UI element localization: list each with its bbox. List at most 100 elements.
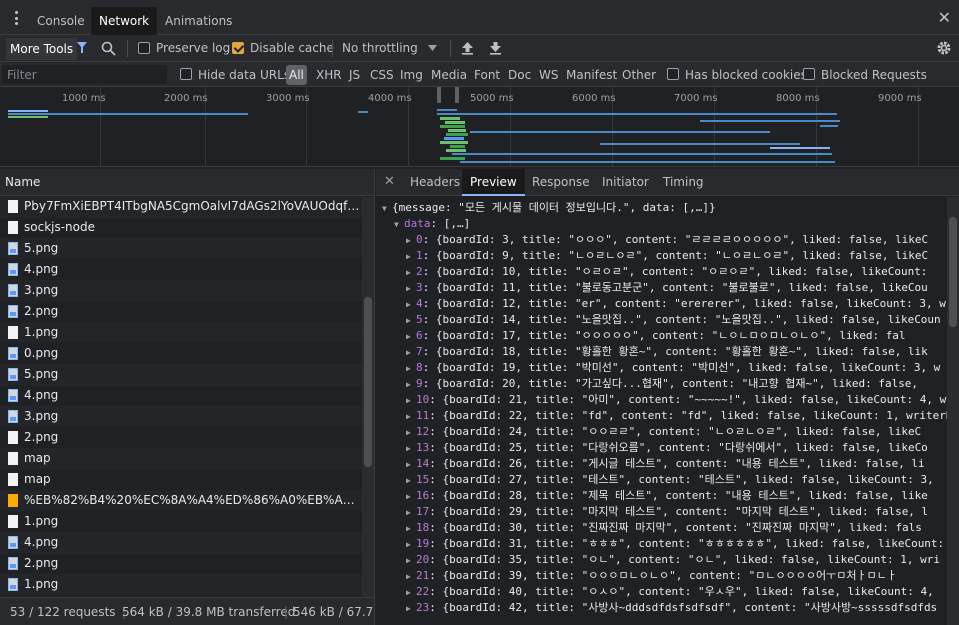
collapsed-arrow-icon[interactable]: ▶ [406,313,416,328]
filter-type-ws[interactable]: WS [539,68,558,82]
collapsed-arrow-icon[interactable]: ▶ [406,601,416,616]
collapsed-arrow-icon[interactable]: ▶ [406,281,416,296]
download-icon[interactable] [489,41,502,55]
json-array-item[interactable]: ▶ 19: {boardId: 31, title: "ㅎㅎㅎ", content… [376,536,959,552]
json-array-item[interactable]: ▶ 4: {boardId: 12, title: "er", content: … [376,296,959,312]
json-array-item[interactable]: ▶ 15: {boardId: 27, title: "테스트", content… [376,472,959,488]
collapsed-arrow-icon[interactable]: ▶ [406,521,416,536]
json-array-item[interactable]: ▶ 9: {boardId: 20, title: "가고싶다...협재", co… [376,376,959,392]
has-blocked-cookies-checkbox[interactable] [667,68,679,80]
tab-console[interactable]: Console [29,7,93,35]
json-array-item[interactable]: ▶ 20: {boardId: 35, title: "ㅇㄴ", content:… [376,552,959,568]
collapsed-arrow-icon[interactable]: ▶ [406,505,416,520]
collapsed-arrow-icon[interactable]: ▶ [406,569,416,584]
tab-animations[interactable]: Animations [157,7,240,35]
filter-type-manifest[interactable]: Manifest [566,68,617,82]
request-row[interactable]: 4.png [0,532,362,553]
blocked-requests-checkbox[interactable] [803,68,815,80]
json-array-item[interactable]: ▶ 12: {boardId: 24, title: "ㅇㅇㄹㄹ", conten… [376,424,959,440]
expanded-arrow-icon[interactable]: ▼ [394,217,404,232]
filter-type-all[interactable]: All [286,65,307,85]
json-array-item[interactable]: ▶ 7: {boardId: 18, title: "황홀한 황혼~", cont… [376,344,959,360]
collapsed-arrow-icon[interactable]: ▶ [406,409,416,424]
collapsed-arrow-icon[interactable]: ▶ [406,329,416,344]
filter-type-media[interactable]: Media [431,68,467,82]
filter-type-xhr[interactable]: XHR [316,68,342,82]
filter-type-other[interactable]: Other [622,68,656,82]
tab-preview[interactable]: Preview [462,169,525,196]
filter-type-css[interactable]: CSS [370,68,394,82]
json-array-item[interactable]: ▶ 17: {boardId: 29, title: "마지막 테스트", con… [376,504,959,520]
request-list-scrollbar[interactable] [362,197,374,597]
tab-timing[interactable]: Timing [655,169,712,196]
gear-icon[interactable] [936,40,952,56]
collapsed-arrow-icon[interactable]: ▶ [406,361,416,376]
request-row[interactable]: Pby7FmXiEBPT4ITbgNA5CgmOalvI7dAGs2lYoVAU… [0,196,362,217]
json-array-item[interactable]: ▶ 0: {boardId: 3, title: "ㅇㅇㅇ", content: … [376,232,959,248]
request-row[interactable]: 3.png [0,280,362,301]
network-overview-timeline[interactable]: 1000 ms 2000 ms 3000 ms 4000 ms 5000 ms … [0,87,959,167]
request-row[interactable]: %EB%82%B4%20%EC%8A%A4%ED%86%A0%EB%A6%AC%… [0,490,362,511]
filter-type-img[interactable]: Img [400,68,423,82]
collapsed-arrow-icon[interactable]: ▶ [406,537,416,552]
filter-type-doc[interactable]: Doc [508,68,531,82]
request-row[interactable]: 3.png [0,406,362,427]
request-row[interactable]: 2.png [0,553,362,574]
json-array-item[interactable]: ▶ 16: {boardId: 28, title: "제목 테스트", cont… [376,488,959,504]
request-row[interactable]: 2.png [0,427,362,448]
collapsed-arrow-icon[interactable]: ▶ [406,265,416,280]
json-array-item[interactable]: ▶ 14: {boardId: 26, title: "게시글 테스트", con… [376,456,959,472]
tab-network[interactable]: Network [91,7,158,35]
request-row[interactable]: 2.png [0,301,362,322]
close-detail-icon[interactable]: ✕ [384,174,395,189]
json-array-item[interactable]: ▶ 1: {boardId: 9, title: "ㄴㅇㄹㄴㅇㄹ", conten… [376,248,959,264]
json-array-item[interactable]: ▶ 6: {boardId: 17, title: "ㅇㅇㅇㅇㅇ", conten… [376,328,959,344]
json-array-item[interactable]: ▶ 10: {boardId: 21, title: "아미", content:… [376,392,959,408]
json-array-item[interactable]: ▶ 5: {boardId: 14, title: "노을맛집..", conte… [376,312,959,328]
request-row[interactable]: 4.png [0,385,362,406]
collapsed-arrow-icon[interactable]: ▶ [406,345,416,360]
request-row[interactable]: map [0,469,362,490]
json-array-item[interactable]: ▶ 22: {boardId: 40, title: "ㅇㅅㅇ", content… [376,584,959,600]
collapsed-arrow-icon[interactable]: ▶ [406,249,416,264]
collapsed-arrow-icon[interactable]: ▶ [406,377,416,392]
preserve-log-checkbox[interactable] [138,42,150,54]
json-data-line[interactable]: ▼ data: [,…] [376,216,959,232]
request-row[interactable]: 5.png [0,364,362,385]
request-row[interactable]: 0.png [0,343,362,364]
json-array-item[interactable]: ▶ 23: {boardId: 42, title: "사방사~dddsdfdsf… [376,600,959,616]
filter-type-js[interactable]: JS [349,68,360,82]
collapsed-arrow-icon[interactable]: ▶ [406,441,416,456]
json-array-item[interactable]: ▶ 13: {boardId: 25, title: "다랑쉬오름", conte… [376,440,959,456]
json-array-item[interactable]: ▶ 18: {boardId: 30, title: "진짜진짜 마지막", co… [376,520,959,536]
collapsed-arrow-icon[interactable]: ▶ [406,553,416,568]
request-row[interactable]: 1.png [0,511,362,532]
search-icon[interactable] [101,41,116,56]
more-tools-button[interactable]: More Tools [6,38,78,60]
json-array-item[interactable]: ▶ 8: {boardId: 19, title: "박미선", content:… [376,360,959,376]
hide-data-urls-checkbox[interactable] [180,68,192,80]
disable-cache-checkbox[interactable] [232,42,244,54]
request-row[interactable]: 1.png [0,574,362,595]
filter-input[interactable] [2,65,167,84]
column-header-name[interactable]: Name [0,169,374,196]
collapsed-arrow-icon[interactable]: ▶ [406,457,416,472]
collapsed-arrow-icon[interactable]: ▶ [406,297,416,312]
json-array-item[interactable]: ▶ 11: {boardId: 22, title: "fd", content:… [376,408,959,424]
close-icon[interactable]: ✕ [938,10,951,26]
tab-headers[interactable]: Headers [402,169,468,196]
kebab-menu-icon[interactable] [10,11,22,25]
json-array-item[interactable]: ▶ 2: {boardId: 10, title: "ㅇㄹㅇㄹ", content… [376,264,959,280]
preview-scrollbar[interactable] [947,197,959,625]
tab-response[interactable]: Response [524,169,598,196]
json-array-item[interactable]: ▶ 21: {boardId: 39, title: "ㅇㅇㅇㅁㄴㅇㄴㅇ", co… [376,568,959,584]
collapsed-arrow-icon[interactable]: ▶ [406,393,416,408]
throttling-select[interactable]: No throttling [342,41,418,55]
collapsed-arrow-icon[interactable]: ▶ [406,489,416,504]
json-array-item[interactable]: ▶ 3: {boardId: 11, title: "불로동고분군", conte… [376,280,959,296]
tab-initiator[interactable]: Initiator [594,169,657,196]
collapsed-arrow-icon[interactable]: ▶ [406,425,416,440]
collapsed-arrow-icon[interactable]: ▶ [406,473,416,488]
json-root-line[interactable]: ▼ {message: "모든 게시물 데이터 정보입니다.", data: [,… [376,200,959,216]
request-row[interactable]: 4.png [0,259,362,280]
